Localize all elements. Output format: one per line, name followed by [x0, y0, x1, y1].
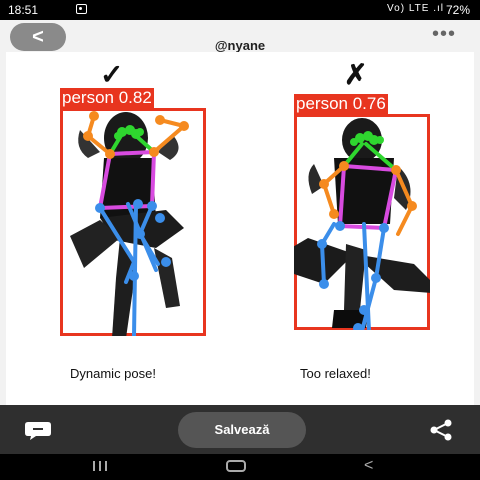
pose-figure-left: [70, 111, 189, 336]
detection-label-right: person 0.76: [294, 94, 388, 114]
share-icon: [430, 419, 452, 441]
image-viewer: < @nyane ••• ✓ person 0.82 Dynamic pose!…: [0, 20, 480, 405]
nav-back-button[interactable]: <: [364, 457, 373, 475]
caption-left: Dynamic pose!: [70, 366, 156, 381]
post-username: @nyane: [214, 38, 266, 53]
cross-icon: ✗: [344, 59, 368, 90]
system-nav-bar: <: [0, 454, 480, 480]
pose-figure-right: [294, 118, 430, 330]
home-button[interactable]: [226, 460, 246, 472]
recent-apps-button[interactable]: [88, 459, 112, 473]
detection-label-left: person 0.82: [60, 88, 154, 108]
recent-apps-icon: [93, 461, 107, 471]
bottom-action-bar: Salvează: [0, 405, 480, 454]
caption-right: Too relaxed!: [300, 366, 371, 381]
check-icon: ✓: [100, 59, 124, 90]
status-bar: 18:51 Vo) LTE .ıl 72%: [0, 0, 480, 20]
clock: 18:51: [8, 3, 39, 17]
comment-icon: [25, 422, 51, 440]
save-button[interactable]: Salvează: [178, 412, 306, 448]
signal-indicators: Vo) LTE .ıl: [387, 3, 444, 14]
post-image: ✓ person 0.82 Dynamic pose! ✗ person 0.7…: [6, 52, 474, 405]
nav-back-icon: <: [364, 457, 374, 474]
gallery-notification-icon: [76, 4, 87, 14]
more-options-button[interactable]: •••: [432, 24, 456, 48]
share-button[interactable]: [428, 419, 454, 441]
more-dots-icon: •••: [432, 23, 457, 45]
battery-percent: 72%: [445, 3, 470, 17]
comment-button[interactable]: [24, 419, 52, 441]
